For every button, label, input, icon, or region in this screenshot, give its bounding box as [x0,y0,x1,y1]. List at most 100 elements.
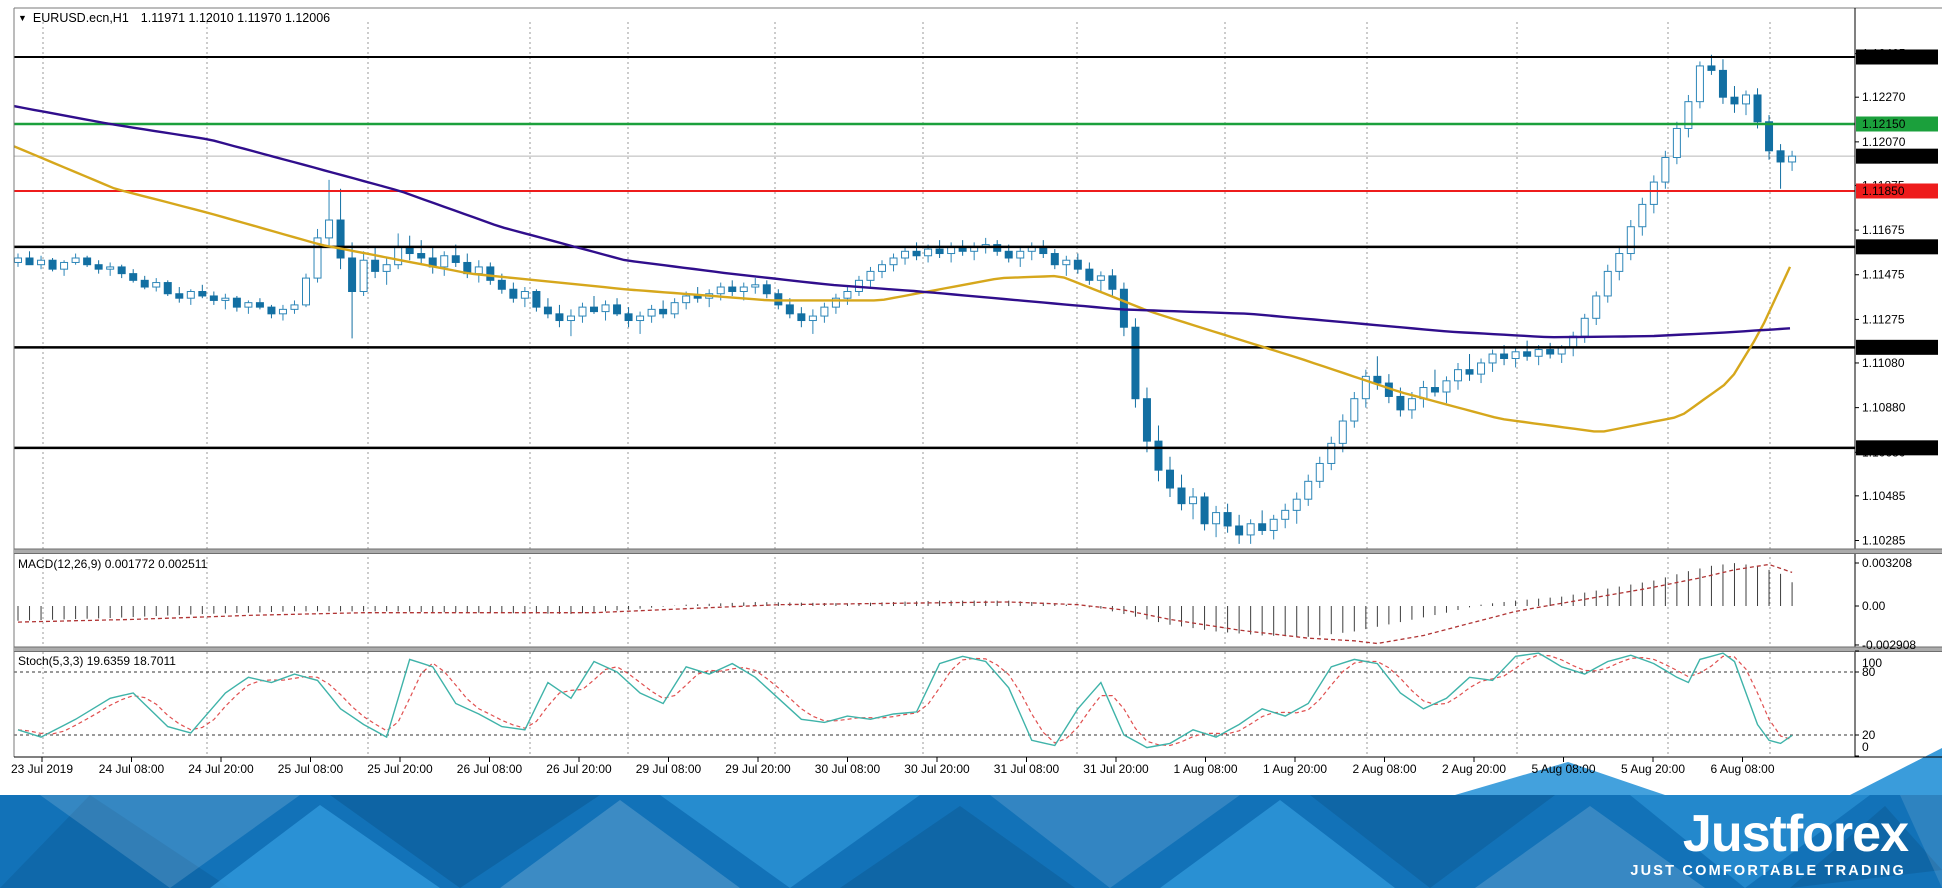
candle [117,264,126,279]
candle [1154,425,1163,482]
candle [278,304,287,321]
candle [1258,510,1267,535]
price-badge: 1.11850 [1856,183,1938,199]
price-tick-label: 1.10285 [1862,534,1906,548]
time-tick-label: 29 Jul 08:00 [636,762,702,776]
candle [209,291,218,305]
candle [624,307,633,328]
price-badge: 1.10700 [1856,440,1938,456]
candle [1315,456,1324,489]
candle [325,179,334,247]
candle [1430,369,1439,397]
candle [1281,503,1290,529]
svg-text:1.12006: 1.12006 [1862,149,1906,163]
time-tick-label: 31 Jul 20:00 [1083,762,1149,776]
svg-text:1.12450: 1.12450 [1862,50,1906,64]
candle [1730,86,1739,113]
candle [267,304,276,319]
candle [1615,246,1624,281]
candle [1361,369,1370,408]
candle [1027,242,1036,261]
candle [1592,291,1601,325]
candle [866,266,875,288]
candle [889,253,898,272]
time-tick-label: 24 Jul 08:00 [99,762,165,776]
candle [878,260,886,279]
candle [1638,197,1647,236]
panel-splitter[interactable] [14,646,1942,652]
candle [371,246,380,279]
candle [1488,349,1497,372]
panel-splitter[interactable] [14,548,1942,554]
x-axis[interactable]: 23 Jul 2019 24 Jul 08:00 24 Jul 20:00 25 Ju… [11,757,1775,776]
candle [590,295,598,314]
candle [440,251,449,276]
time-tick-label: 31 Jul 08:00 [994,762,1060,776]
candle [140,275,149,290]
candle [1477,358,1486,384]
symbol-label: EURUSD.ecn,H1 [32,11,129,25]
candle [163,280,172,296]
candle [555,304,564,328]
candle [302,273,310,308]
ma-purple-line [14,104,1791,339]
price-badge: 1.11150 [1856,339,1938,355]
candle [1672,121,1681,165]
candle [578,302,587,323]
svg-text:1.11600: 1.11600 [1862,240,1905,254]
candle [762,280,771,299]
candle [348,242,357,339]
price-levels[interactable] [14,56,1855,450]
time-tick-label: 29 Jul 20:00 [725,762,791,776]
time-tick-label: 6 Aug 08:00 [1710,762,1774,776]
candle [670,298,679,319]
time-tick-label: 5 Aug 20:00 [1621,762,1685,776]
candle [947,242,956,263]
candle [1050,249,1059,270]
candle [83,255,92,267]
candle [1200,492,1209,531]
candle [1039,240,1048,258]
candle [1304,474,1313,506]
stoch-indicator-label: Stoch(5,3,3) 19.6359 18.7011 [18,654,176,668]
candle [1546,342,1555,359]
time-tick-label: 30 Jul 08:00 [815,762,881,776]
chart-canvas[interactable]: 1.124651.122701.120701.118751.116751.114… [0,0,1942,888]
candle [566,309,575,337]
price-badge: 1.12150 [1856,116,1938,132]
price-badge: 1.11600 [1856,239,1938,255]
chart-title-bar: ▼ EURUSD.ecn,H1 1.11971 1.12010 1.11970 1.… [18,11,330,25]
price-badge: 1.12450 [1856,49,1938,65]
candle [382,257,391,285]
candle [1569,331,1578,357]
time-tick-label: 26 Jul 20:00 [546,762,612,776]
macd-histogram [17,563,1793,637]
candle [1131,318,1140,408]
candle [820,302,829,323]
candle [1016,246,1025,267]
candle [290,300,299,314]
candle [1096,271,1105,292]
candle [935,240,944,258]
stoch-tick-label: 80 [1862,665,1876,679]
candle [532,289,541,312]
candle [636,311,645,334]
candle [1419,380,1428,408]
stoch-tick-label: 0 [1862,740,1869,754]
candle [1523,340,1532,361]
stoch-k-line [17,652,1793,749]
price-tick-label: 1.11080 [1862,356,1905,370]
svg-text:1.11150: 1.11150 [1862,340,1904,354]
time-tick-label: 25 Jul 20:00 [367,762,433,776]
candle [1684,94,1693,138]
candle [60,260,69,276]
symbol-dropdown-icon[interactable]: ▼ [18,13,27,23]
candle [509,282,518,303]
svg-text:1.11850: 1.11850 [1862,184,1905,198]
candle [14,253,22,267]
price-tick-label: 1.11675 [1862,223,1905,237]
candle [1108,269,1117,296]
svg-text:1.12150: 1.12150 [1862,117,1906,131]
candle [601,300,610,321]
macd-tick-label: 0.003208 [1862,556,1912,570]
